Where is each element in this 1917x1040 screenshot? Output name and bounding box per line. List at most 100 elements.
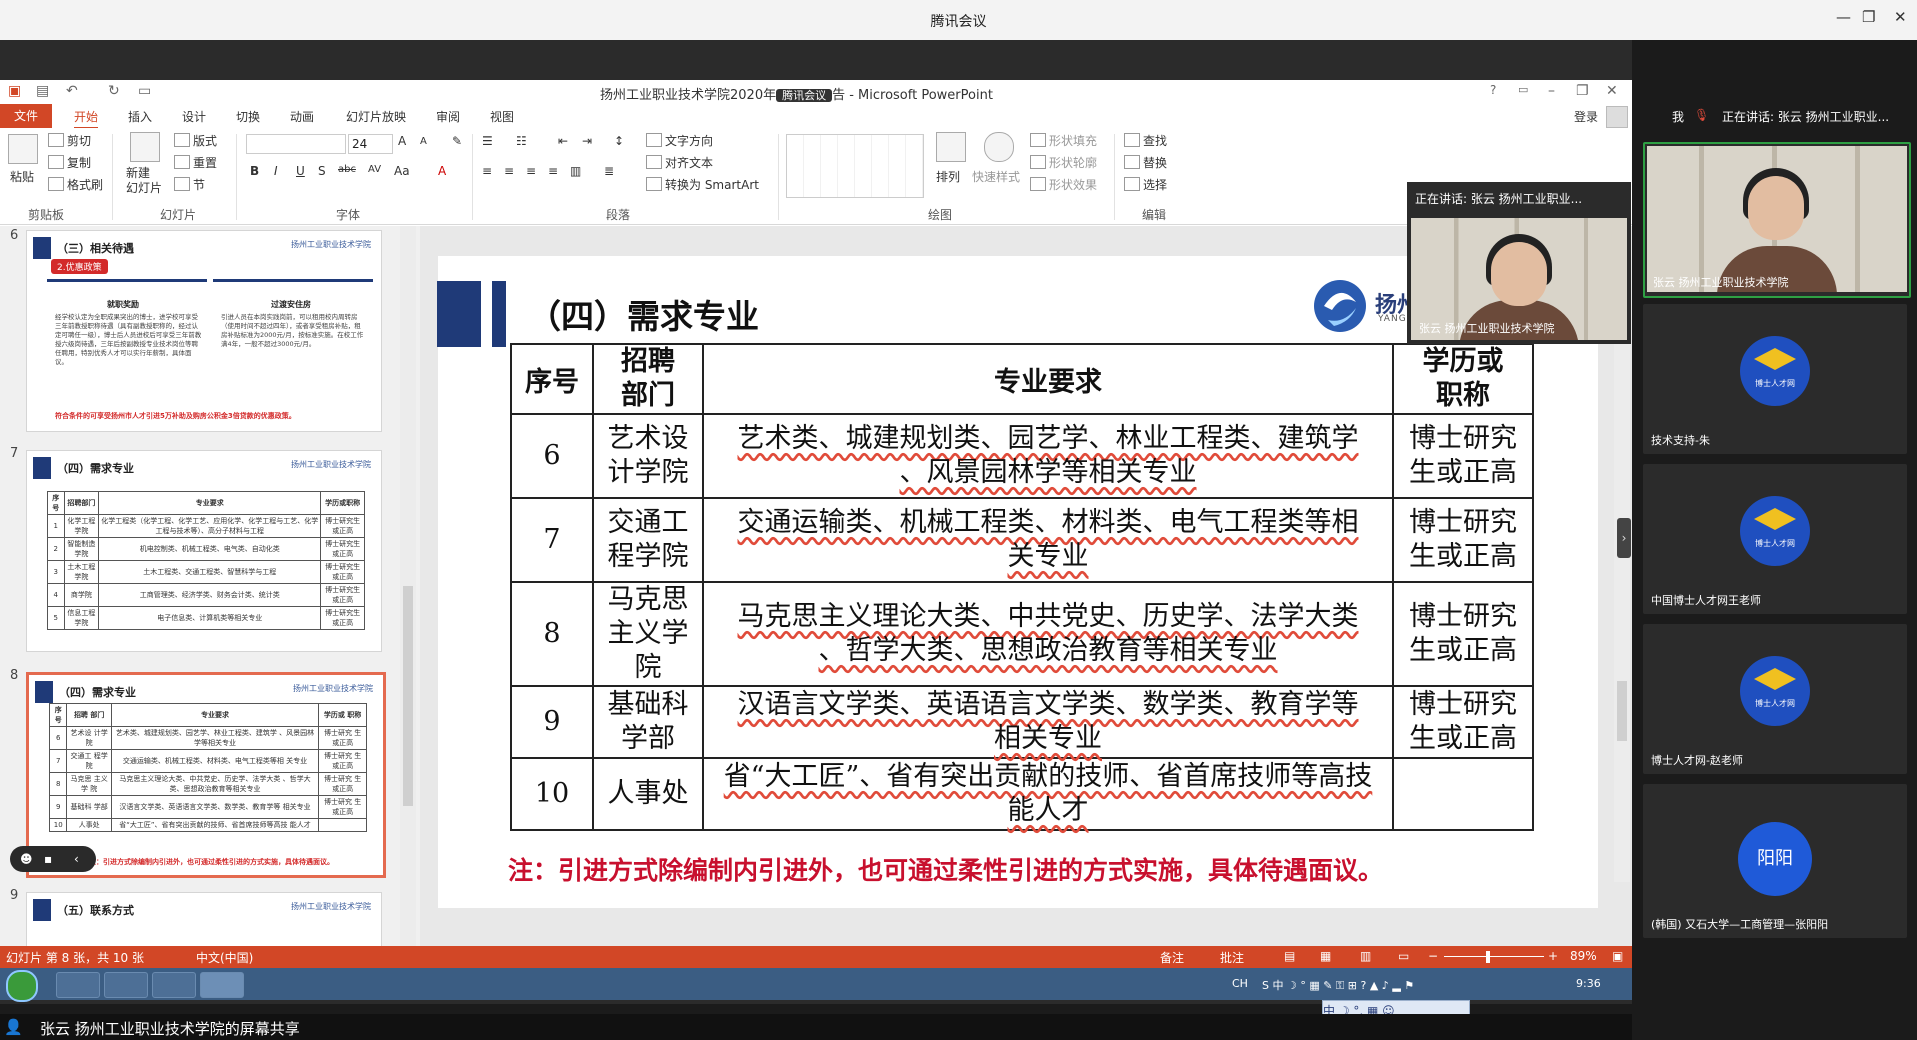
- font-name-select[interactable]: [246, 134, 346, 154]
- section-button[interactable]: 节: [174, 176, 205, 193]
- panel-expand-handle[interactable]: ›: [1617, 518, 1631, 558]
- help-button[interactable]: ?: [1490, 83, 1496, 97]
- zoom-in-button[interactable]: +: [1548, 949, 1558, 963]
- tab-insert[interactable]: 插入: [128, 108, 152, 125]
- align-center-icon[interactable]: ≡: [504, 164, 514, 178]
- bullets-icon[interactable]: ☰: [482, 134, 493, 148]
- line-spacing-icon[interactable]: ↕: [614, 134, 624, 148]
- tray-language[interactable]: CH: [1232, 977, 1248, 990]
- tab-design[interactable]: 设计: [182, 108, 206, 125]
- numbering-icon[interactable]: ☷: [516, 134, 527, 148]
- clear-format-icon[interactable]: ✎: [452, 134, 462, 148]
- char-spacing-icon[interactable]: AV: [368, 164, 381, 175]
- format-painter-button[interactable]: 格式刷: [48, 176, 103, 193]
- ribbon-display-icon[interactable]: ▭: [1518, 83, 1528, 96]
- chat-icon[interactable]: ▪: [44, 846, 52, 872]
- change-case-icon[interactable]: Aa: [394, 164, 410, 178]
- justify-icon[interactable]: ≡: [548, 164, 558, 178]
- increase-indent-icon[interactable]: ⇥: [582, 134, 592, 148]
- shapes-gallery[interactable]: [786, 134, 924, 198]
- login-link[interactable]: 登录: [1574, 108, 1598, 125]
- thumbnail-scrollbar[interactable]: [400, 226, 416, 946]
- shadow-icon[interactable]: S: [318, 164, 326, 178]
- slide-sorter-icon[interactable]: ▦: [1320, 949, 1331, 963]
- account-avatar-icon[interactable]: [1606, 106, 1628, 128]
- participant-tile-speaker[interactable]: 张云 扬州工业职业技术学院: [1643, 142, 1911, 298]
- layout-button[interactable]: 版式: [174, 132, 217, 149]
- font-color-icon[interactable]: A: [438, 164, 446, 178]
- paste-icon[interactable]: [8, 134, 38, 164]
- redo-icon[interactable]: ↻: [108, 83, 120, 99]
- restore-button[interactable]: ❐: [1862, 8, 1875, 26]
- tab-review[interactable]: 审阅: [436, 108, 460, 125]
- strikethrough-icon[interactable]: abc: [338, 164, 356, 175]
- tab-animations[interactable]: 动画: [290, 108, 314, 125]
- emoji-icon[interactable]: ☻: [20, 846, 33, 872]
- fit-slide-icon[interactable]: ▣: [1612, 949, 1623, 963]
- cut-button[interactable]: 剪切: [48, 132, 91, 149]
- find-button[interactable]: 查找: [1124, 132, 1167, 149]
- taskbar-app-browser[interactable]: [56, 972, 100, 998]
- new-slide-icon[interactable]: [130, 132, 160, 162]
- undo-icon[interactable]: ↶: [66, 83, 78, 99]
- reset-button[interactable]: 重置: [174, 154, 217, 171]
- tab-view[interactable]: 视图: [490, 108, 514, 125]
- language-indicator[interactable]: 中文(中国): [196, 949, 253, 966]
- ppt-minimize-button[interactable]: –: [1548, 83, 1555, 99]
- align-text-button[interactable]: 对齐文本: [646, 154, 713, 171]
- slideshow-view-icon[interactable]: ▭: [1398, 949, 1409, 963]
- slideshow-icon[interactable]: ▭: [138, 83, 151, 99]
- close-button[interactable]: ✕: [1894, 8, 1907, 26]
- floating-speaker-video[interactable]: 正在讲话: 张云 扬州工业职业... 张云 扬州工业职业技术学院: [1407, 182, 1631, 344]
- select-button[interactable]: 选择: [1124, 176, 1167, 193]
- ppt-restore-button[interactable]: ❐: [1576, 83, 1589, 99]
- quick-styles-icon[interactable]: [984, 132, 1014, 162]
- convert-smartart-button[interactable]: 转换为 SmartArt: [646, 176, 759, 193]
- align-left-icon[interactable]: ≡: [482, 164, 492, 178]
- replace-button[interactable]: 替换: [1124, 154, 1167, 171]
- tray-icons[interactable]: S 中 ☽ ° ▦ ✎ ⚿ ⊞ ? ▲ ♪ ▂ ⚑: [1262, 977, 1414, 993]
- ppt-close-button[interactable]: ✕: [1606, 83, 1618, 99]
- arrange-icon[interactable]: [936, 132, 966, 162]
- shape-outline-button[interactable]: 形状轮廓: [1030, 154, 1097, 171]
- slide-thumbnail-9[interactable]: （五）联系方式 扬州工业职业技术学院: [26, 892, 382, 948]
- decrease-indent-icon[interactable]: ⇤: [558, 134, 568, 148]
- comments-button[interactable]: 批注: [1220, 949, 1244, 966]
- quick-styles-button[interactable]: 快速样式: [972, 168, 1020, 185]
- font-size-select[interactable]: 24: [348, 134, 393, 154]
- new-slide-button[interactable]: 新建 幻灯片: [126, 166, 162, 196]
- participant-tile[interactable]: 博士人才网 博士人才网-赵老师: [1643, 624, 1907, 774]
- minimize-button[interactable]: —: [1836, 8, 1851, 26]
- slide-thumbnail-7[interactable]: （四）需求专业 扬州工业职业技术学院 序号 招聘部门 专业要求 学历或职称 1 化学工程学…: [26, 450, 382, 652]
- taskbar-app-photos[interactable]: [152, 972, 196, 998]
- paste-button[interactable]: 粘贴: [10, 168, 34, 185]
- tab-transitions[interactable]: 切换: [236, 108, 260, 125]
- collapse-icon[interactable]: ‹: [74, 846, 79, 872]
- shape-fill-button[interactable]: 形状填充: [1030, 132, 1097, 149]
- shrink-font-icon[interactable]: A: [420, 136, 427, 147]
- shape-effects-button[interactable]: 形状效果: [1030, 176, 1097, 193]
- arrange-button[interactable]: 排列: [936, 168, 960, 185]
- taskbar-app-powerpoint[interactable]: [200, 972, 244, 998]
- text-direction-button[interactable]: 文字方向: [646, 132, 713, 149]
- grow-font-icon[interactable]: A: [398, 134, 406, 148]
- taskbar-app-wechat[interactable]: [104, 972, 148, 998]
- zoom-slider-thumb[interactable]: [1486, 951, 1490, 963]
- taskbar-clock[interactable]: 9:36: [1576, 977, 1601, 990]
- notes-button[interactable]: 备注: [1160, 949, 1184, 966]
- copy-button[interactable]: 复制: [48, 154, 91, 171]
- bold-icon[interactable]: B: [250, 164, 259, 178]
- tab-file[interactable]: 文件: [0, 104, 52, 128]
- reading-view-icon[interactable]: ▥: [1360, 949, 1371, 963]
- columns-icon[interactable]: ▥: [570, 164, 581, 178]
- zoom-slider[interactable]: [1444, 956, 1544, 957]
- italic-icon[interactable]: I: [274, 164, 278, 178]
- paragraph-settings-icon[interactable]: ≣: [604, 164, 614, 178]
- chat-toolbar[interactable]: ☻ ▪ ‹: [10, 846, 96, 872]
- tab-home[interactable]: 开始: [74, 108, 99, 129]
- normal-view-icon[interactable]: ▤: [1284, 949, 1295, 963]
- zoom-level[interactable]: 89%: [1570, 949, 1597, 963]
- align-right-icon[interactable]: ≡: [526, 164, 536, 178]
- save-icon[interactable]: ▤: [36, 83, 49, 99]
- participant-tile[interactable]: 博士人才网 技术支持-朱: [1643, 304, 1907, 454]
